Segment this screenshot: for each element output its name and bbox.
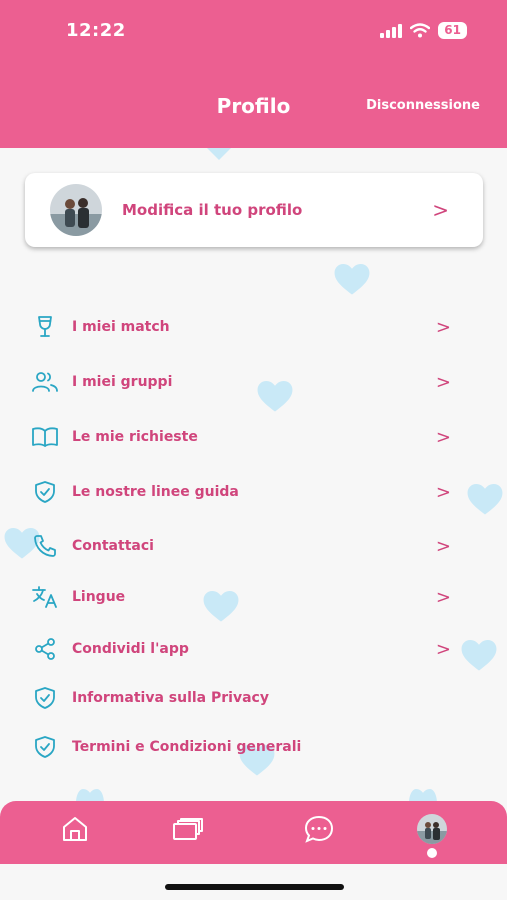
cards-icon (173, 818, 203, 840)
heart-decoration (461, 640, 497, 671)
menu-item-my-requests[interactable]: Le mie richieste > (31, 417, 461, 457)
edit-profile-label: Modifica il tuo profilo (122, 201, 303, 219)
chevron-right-icon: > (435, 535, 451, 557)
tab-home[interactable] (57, 811, 93, 847)
avatar (50, 184, 102, 236)
chevron-right-icon: > (435, 426, 451, 448)
users-icon (31, 368, 59, 396)
shield-check-icon (31, 478, 59, 506)
chevron-right-icon: > (435, 481, 451, 503)
menu-item-languages[interactable]: Lingue > (31, 577, 461, 617)
heart-decoration (467, 484, 503, 515)
wine-glass-icon (31, 313, 59, 341)
chevron-right-icon: > (435, 638, 451, 660)
chevron-right-icon: > (435, 586, 451, 608)
book-icon (31, 423, 59, 451)
home-icon (63, 817, 87, 841)
battery-indicator: 61 (438, 22, 467, 39)
menu-item-guidelines[interactable]: Le nostre linee guida > (31, 472, 461, 512)
logout-button[interactable]: Disconnessione (366, 98, 480, 113)
share-icon (31, 635, 59, 663)
menu-item-my-matches[interactable]: I miei match > (31, 307, 461, 347)
tab-cards[interactable] (170, 811, 206, 847)
menu-item-label: Le mie richieste (72, 429, 198, 445)
status-icons: 61 (380, 22, 467, 39)
avatar (417, 814, 447, 844)
menu-item-privacy-policy[interactable]: Informativa sulla Privacy (31, 678, 461, 718)
heart-decoration (334, 264, 370, 295)
chat-icon (304, 815, 334, 843)
wifi-icon (410, 23, 431, 38)
app-header: 12:22 61 Profilo Disconnessione (0, 0, 507, 148)
edit-profile-card[interactable]: Modifica il tuo profilo > (25, 173, 483, 247)
menu-item-contact[interactable]: Contattaci > (31, 526, 461, 566)
menu-item-label: Termini e Condizioni generali (72, 739, 302, 755)
chevron-right-icon: > (435, 371, 451, 393)
menu-item-my-groups[interactable]: I miei gruppi > (31, 362, 461, 402)
menu-item-label: Informativa sulla Privacy (72, 690, 269, 706)
shield-check-icon (31, 733, 59, 761)
status-time: 12:22 (66, 20, 126, 41)
menu-item-terms[interactable]: Termini e Condizioni generali (31, 727, 461, 767)
phone-icon (31, 532, 59, 560)
chevron-right-icon: > (432, 198, 449, 222)
signal-icon (380, 23, 403, 38)
menu-item-label: Contattaci (72, 538, 154, 554)
bottom-tab-bar (0, 801, 507, 864)
menu-item-label: I miei gruppi (72, 374, 173, 390)
heart-decoration (205, 146, 233, 160)
menu-item-label: Condividi l'app (72, 641, 189, 657)
home-indicator (165, 884, 344, 890)
tab-profile[interactable] (414, 811, 450, 847)
translate-icon (31, 583, 59, 611)
shield-check-icon (31, 684, 59, 712)
menu-item-label: Le nostre linee guida (72, 484, 239, 500)
menu-item-label: I miei match (72, 319, 170, 335)
tab-chat[interactable] (301, 811, 337, 847)
active-tab-indicator (427, 848, 437, 858)
chevron-right-icon: > (435, 316, 451, 338)
menu-item-share-app[interactable]: Condividi l'app > (31, 629, 461, 669)
menu-item-label: Lingue (72, 589, 126, 605)
